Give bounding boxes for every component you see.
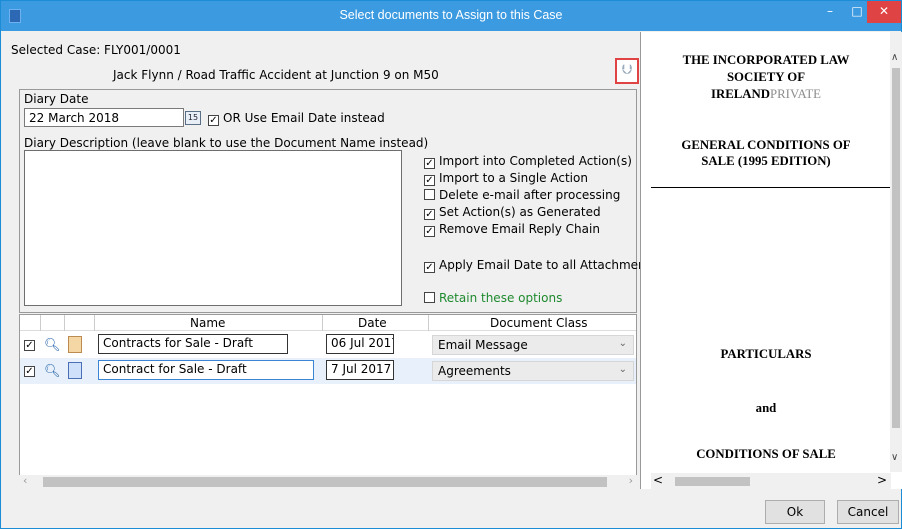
use-email-date-option[interactable]: ✓ OR Use Email Date instead [208,111,385,126]
preview-and: and [755,401,777,415]
table-row[interactable]: ✓ 🔍︎ Contracts for Sale - Draft 06 Jul 2… [20,332,636,358]
scroll-left-icon[interactable]: ‹ [23,474,27,487]
option-set-generated[interactable]: ✓ Set Action(s) as Generated [424,205,601,220]
option-label: Set Action(s) as Generated [439,205,601,219]
option-import-single[interactable]: ✓ Import to a Single Action [424,171,588,186]
column-separator [322,315,323,331]
option-label: Import into Completed Action(s) [439,154,632,168]
dialog-window: Select documents to Assign to this Case … [0,0,902,529]
row-checkbox[interactable]: ✓ [24,340,35,351]
magnifier-icon[interactable]: 🔍︎ [44,338,61,353]
grid-horizontal-scrollbar[interactable]: ‹ › [19,474,637,489]
window-title: Select documents to Assign to this Case [339,8,563,22]
option-retain[interactable]: Retain these options [424,291,562,305]
collapse-chevron-icon[interactable]: ⮋ [615,58,639,84]
preview-heading-line2: SALE (1995 EDITION) [701,154,831,168]
checkbox[interactable]: ✓ [424,175,435,186]
magnifier-icon[interactable]: 🔍︎ [44,364,61,379]
option-label: Remove Email Reply Chain [439,222,600,236]
row-date-input[interactable]: 7 Jul 2017 [326,360,394,380]
row-name-input[interactable]: Contracts for Sale - Draft [98,334,288,354]
calendar-icon[interactable]: 15 [185,111,201,125]
preview-horizontal-scrollbar[interactable]: < > [651,473,891,489]
option-apply-email-date[interactable]: ✓ Apply Email Date to all Attachments [424,258,657,273]
document-preview[interactable]: THE INCORPORATED LAW SOCIETY OF IRELANDP… [640,32,902,489]
checkbox[interactable]: ✓ [424,262,435,273]
preview-title-private: PRIVATE [770,87,821,101]
table-row[interactable]: ✓ 🔍︎ Contract for Sale - Draft 7 Jul 201… [20,358,636,384]
grid-header: Name Date Document Class [20,315,636,331]
maximize-button[interactable]: □ [846,1,868,23]
column-separator [40,315,41,331]
preview-title-ireland: IRELAND [711,87,771,101]
row-date-input[interactable]: 06 Jul 2017 [326,334,394,354]
email-doc-icon [68,336,82,353]
minimize-button[interactable]: – [819,1,841,23]
selected-case-label: Selected Case: FLY001/0001 [11,43,181,57]
option-label: Apply Email Date to all Attachments [439,258,657,272]
option-label: Retain these options [439,291,563,305]
option-remove-reply-chain[interactable]: ✓ Remove Email Reply Chain [424,222,600,237]
row-checkbox[interactable]: ✓ [24,366,35,377]
scroll-down-icon[interactable]: ∨ [891,452,898,463]
option-import-completed[interactable]: ✓ Import into Completed Action(s) [424,154,632,169]
checkbox[interactable]: ✓ [424,158,435,169]
scroll-right-icon[interactable]: > [877,473,887,487]
chevron-down-icon: ⌄ [618,364,627,375]
preview-title-line2: SOCIETY OF [726,70,806,84]
preview-title-line3: IRELANDPRIVATE [651,86,881,102]
preview-vertical-scrollbar[interactable]: ∧ ∨ [890,32,902,472]
scroll-up-icon[interactable]: ∧ [891,52,898,63]
column-header-document-class[interactable]: Document Class [490,316,588,330]
row-name-input[interactable]: Contract for Sale - Draft [98,360,314,380]
scrollbar-thumb[interactable] [43,477,607,487]
case-description: Jack Flynn / Road Traffic Accident at Ju… [113,68,439,82]
column-separator [428,315,429,331]
use-email-date-label: OR Use Email Date instead [223,111,385,125]
option-delete-email[interactable]: Delete e-mail after processing [424,188,620,202]
preview-particulars: PARTICULARS [720,347,812,361]
column-separator [64,315,65,331]
diary-description-textarea[interactable] [24,150,402,306]
cancel-button[interactable]: Cancel [837,500,899,524]
use-email-date-checkbox[interactable]: ✓ [208,115,219,126]
preview-divider [651,187,891,188]
ok-button[interactable]: Ok [765,500,825,524]
option-label: Delete e-mail after processing [439,188,621,202]
documents-grid: Name Date Document Class ✓ 🔍︎ Contracts … [19,314,637,489]
scrollbar-thumb[interactable] [675,477,750,486]
column-header-name[interactable]: Name [190,316,225,330]
word-doc-icon [68,362,82,379]
row-class-value: Email Message [438,338,528,352]
preview-heading-line1: GENERAL CONDITIONS OF [681,138,851,152]
diary-date-label: Diary Date [24,92,89,106]
row-class-value: Agreements [438,364,511,378]
scroll-right-icon[interactable]: › [629,474,633,487]
column-header-date[interactable]: Date [358,316,387,330]
chevron-down-icon: ⌄ [618,338,627,349]
checkbox[interactable] [424,189,435,200]
row-class-dropdown[interactable]: Agreements ⌄ [432,361,634,381]
diary-panel: Diary Date 22 March 2018 15 ✓ OR Use Emai… [19,89,657,313]
checkbox[interactable]: ✓ [424,226,435,237]
column-separator [94,315,95,331]
checkbox[interactable]: ✓ [424,209,435,220]
diary-date-input[interactable]: 22 March 2018 [24,108,184,127]
close-button[interactable]: ✕ [867,1,901,23]
option-label: Import to a Single Action [439,171,588,185]
scrollbar-thumb[interactable] [892,68,900,428]
preview-conditions: CONDITIONS OF SALE [696,447,836,461]
title-bar[interactable]: Select documents to Assign to this Case … [1,1,901,31]
checkbox[interactable] [424,292,435,303]
row-class-dropdown[interactable]: Email Message ⌄ [432,335,634,355]
scroll-left-icon[interactable]: < [653,473,663,487]
diary-description-label: Diary Description (leave blank to use th… [24,136,429,150]
preview-title-line1: THE INCORPORATED LAW [682,53,850,67]
